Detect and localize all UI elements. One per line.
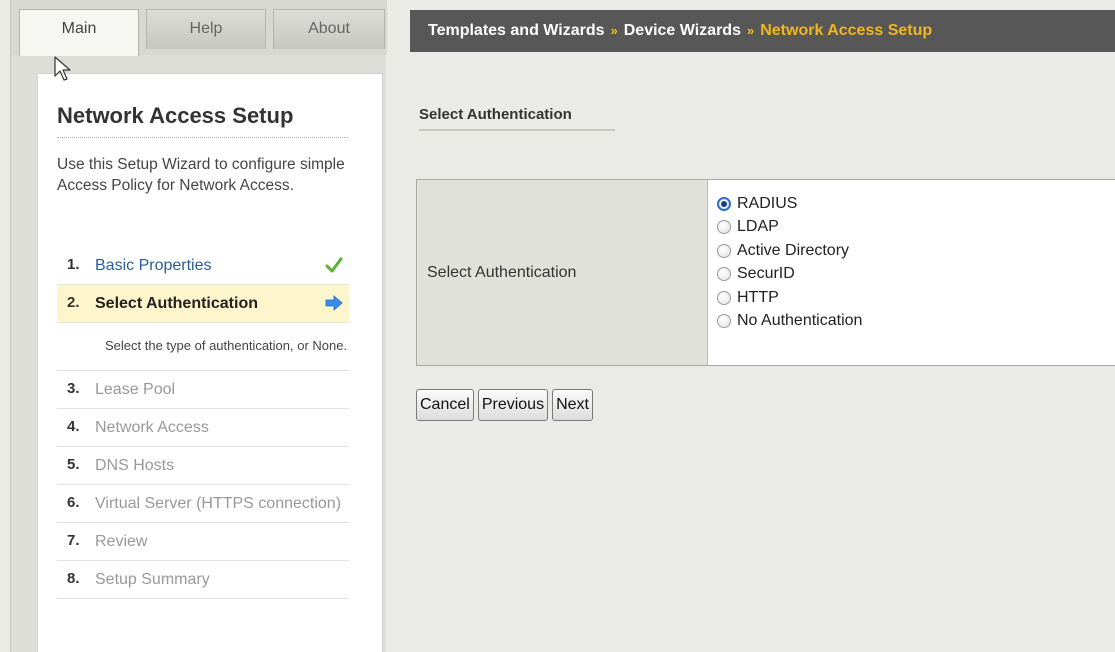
radio-radius[interactable]: RADIUS xyxy=(717,192,1115,216)
breadcrumb: Templates and Wizards » Device Wizards » Net… xyxy=(410,10,1115,52)
radio-label: LDAP xyxy=(737,218,779,236)
step-label: Network Access xyxy=(95,419,209,436)
main-content: Select Authentication Select Authenticat… xyxy=(410,52,1115,652)
wizard-step-dns-hosts: 5. DNS Hosts xyxy=(57,447,349,485)
wizard-step-lease-pool: 3. Lease Pool xyxy=(57,371,349,409)
radio-label: HTTP xyxy=(737,288,779,306)
authentication-options: RADIUS LDAP Active Directory SecurID HTT… xyxy=(708,180,1115,365)
radio-button[interactable] xyxy=(717,196,731,211)
radio-button[interactable] xyxy=(717,290,731,305)
radio-active-directory[interactable]: Active Directory xyxy=(717,239,1115,263)
authentication-label: Select Authentication xyxy=(417,180,708,365)
step-number: 2. xyxy=(67,294,80,311)
tab-main[interactable]: Main xyxy=(19,9,139,56)
step-label: DNS Hosts xyxy=(95,457,175,474)
wizard-step-list: 1. Basic Properties 2. Select Authentica… xyxy=(57,247,349,599)
step-number: 7. xyxy=(67,532,80,549)
step-label: Setup Summary xyxy=(95,571,210,588)
previous-button[interactable]: Previous xyxy=(477,389,549,421)
tab-help[interactable]: Help xyxy=(146,9,266,49)
radio-button[interactable] xyxy=(717,267,731,282)
button-row: Cancel Previous Next xyxy=(416,389,593,421)
wizard-step-network-access: 4. Network Access xyxy=(57,409,349,447)
radio-button[interactable] xyxy=(717,314,731,329)
arrow-right-icon xyxy=(325,295,343,311)
wizard-step-review: 7. Review xyxy=(57,523,349,561)
step-number: 1. xyxy=(67,256,80,273)
wizard-intro: Use this Setup Wizard to configure simpl… xyxy=(57,156,345,194)
left-frame: Main Help About Network Access Setup Use… xyxy=(10,0,387,652)
radio-label: No Authentication xyxy=(737,312,863,330)
step-number: 6. xyxy=(67,494,80,511)
step-number: 4. xyxy=(67,418,80,435)
breadcrumb-item-templates[interactable]: Templates and Wizards xyxy=(428,22,605,39)
tab-bar: Main Help About xyxy=(11,0,387,56)
tab-about[interactable]: About xyxy=(273,9,385,49)
breadcrumb-current: Network Access Setup xyxy=(760,22,933,39)
breadcrumb-separator: » xyxy=(746,23,755,38)
step-label: Select Authentication xyxy=(95,295,258,312)
wizard-title: Network Access Setup xyxy=(57,103,347,138)
breadcrumb-separator: » xyxy=(610,23,618,38)
radio-label: SecurID xyxy=(737,265,795,283)
radio-label: Active Directory xyxy=(737,241,850,259)
step-number: 8. xyxy=(67,570,80,587)
step-label: Review xyxy=(95,533,148,550)
step-label[interactable]: Basic Properties xyxy=(95,247,349,284)
radio-label: RADIUS xyxy=(737,194,798,212)
wizard-step-virtual-server: 6. Virtual Server (HTTPS connection) xyxy=(57,485,349,523)
radio-button[interactable] xyxy=(717,243,731,258)
radio-button[interactable] xyxy=(717,220,731,235)
step-description: Select the type of authentication, or No… xyxy=(57,323,349,371)
wizard-step-basic-properties[interactable]: 1. Basic Properties xyxy=(57,247,349,285)
section-title: Select Authentication xyxy=(419,106,615,131)
wizard-step-setup-summary: 8. Setup Summary xyxy=(57,561,349,599)
checkmark-icon xyxy=(325,257,343,273)
radio-securid[interactable]: SecurID xyxy=(717,263,1115,287)
authentication-table: Select Authentication RADIUS LDAP Active… xyxy=(416,179,1115,366)
step-label: Virtual Server (HTTPS connection) xyxy=(95,495,342,512)
radio-ldap[interactable]: LDAP xyxy=(717,216,1115,240)
cancel-button[interactable]: Cancel xyxy=(416,389,474,421)
step-number: 3. xyxy=(67,380,80,397)
step-label: Lease Pool xyxy=(95,381,176,398)
next-button[interactable]: Next xyxy=(552,389,593,421)
step-number: 5. xyxy=(67,456,80,473)
breadcrumb-item-device-wizards[interactable]: Device Wizards xyxy=(624,22,741,39)
radio-http[interactable]: HTTP xyxy=(717,286,1115,310)
mouse-pointer-icon xyxy=(54,56,71,81)
wizard-step-select-authentication: 2. Select Authentication xyxy=(57,285,349,323)
radio-no-authentication[interactable]: No Authentication xyxy=(717,310,1115,334)
wizard-panel: Network Access Setup Use this Setup Wiza… xyxy=(37,73,383,652)
